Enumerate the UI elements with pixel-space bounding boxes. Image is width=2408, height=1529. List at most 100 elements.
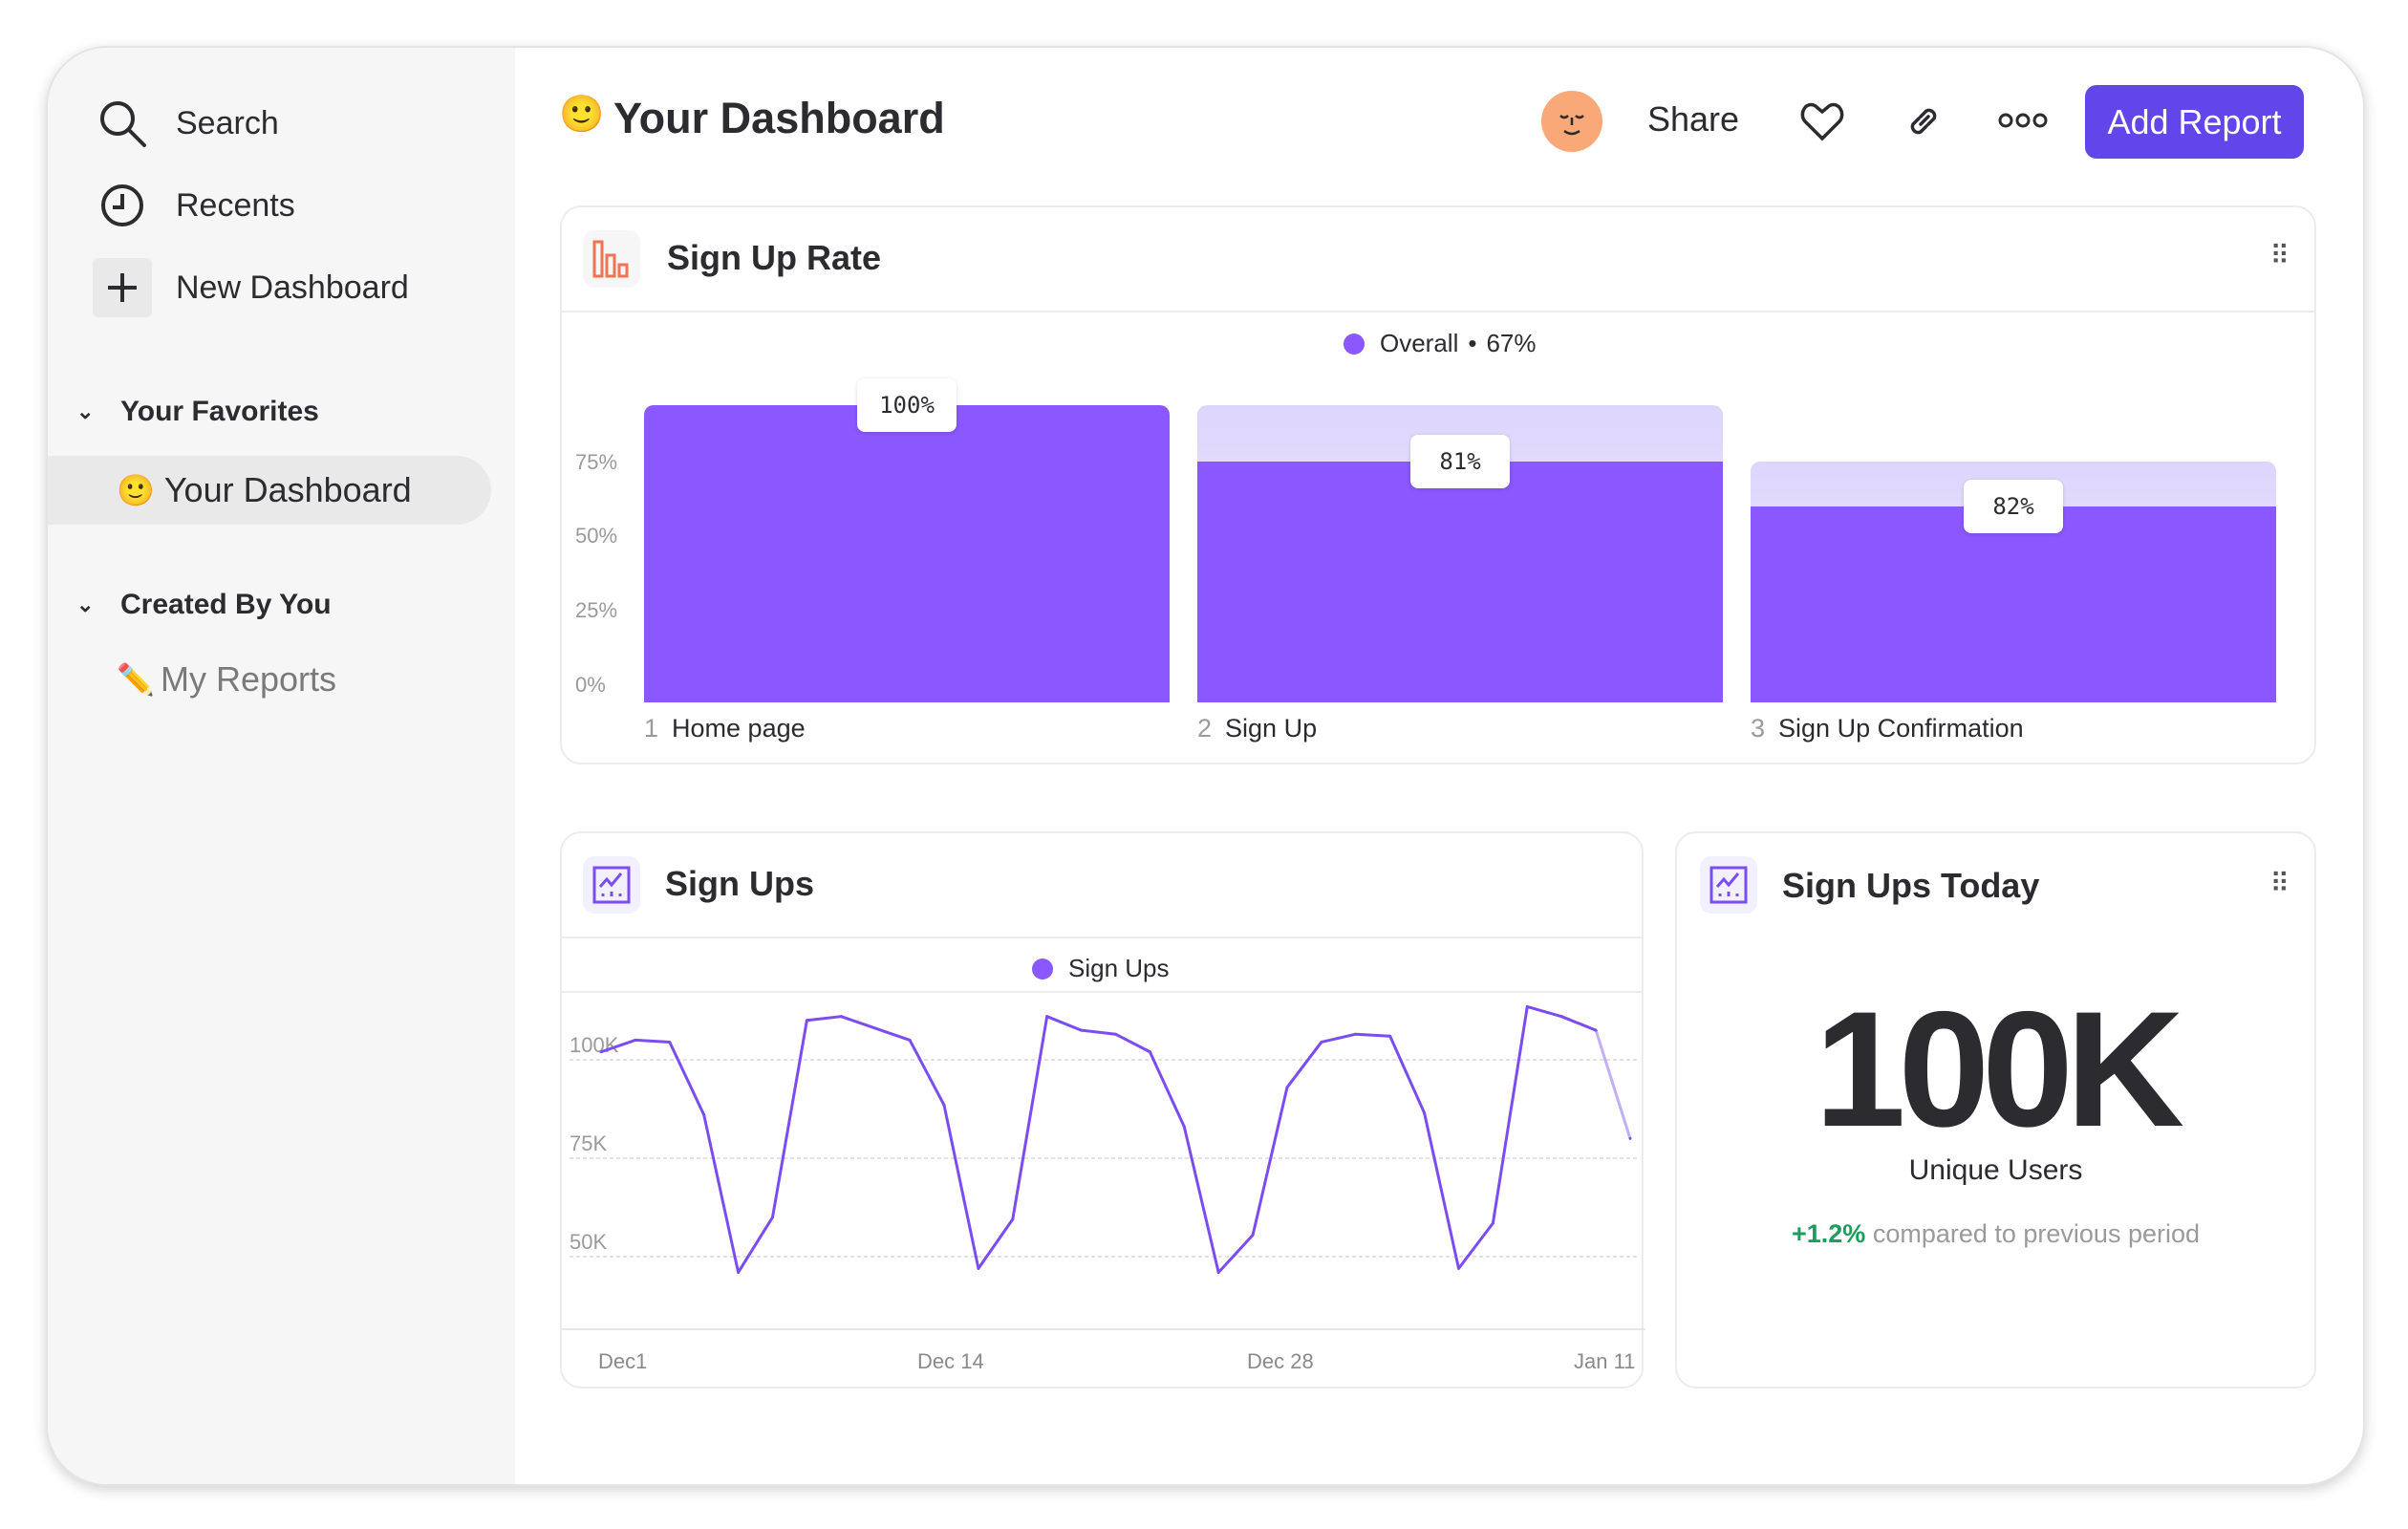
y-tick-label: 75%: [575, 450, 618, 474]
data-point[interactable]: [1525, 1004, 1529, 1008]
step-number: 3: [1751, 714, 1766, 743]
pencil-icon: ✏️: [117, 662, 155, 697]
more-options-icon[interactable]: [1998, 110, 2048, 136]
section-created-by-you[interactable]: ⌄ Created By You: [76, 589, 332, 621]
data-point[interactable]: [1285, 1086, 1289, 1089]
data-point[interactable]: [1148, 1050, 1151, 1054]
data-point[interactable]: [1251, 1233, 1255, 1237]
card-title: Sign Up Rate: [667, 238, 882, 277]
data-point[interactable]: [599, 1050, 603, 1054]
legend-dot: [1344, 333, 1365, 355]
step-label: 2 Sign Up: [1197, 714, 1317, 743]
data-point[interactable]: [1114, 1032, 1117, 1036]
data-point[interactable]: [1423, 1111, 1427, 1115]
plus-icon: [93, 258, 152, 317]
section-label: Created By You: [120, 589, 332, 620]
chevron-down-icon: ⌄: [76, 592, 95, 616]
sign-ups-today-card: Sign Ups Today ⠿ 100K Unique Users +1.2%…: [1675, 831, 2316, 1389]
title-emoji: 🙂: [559, 95, 605, 135]
drag-handle-icon[interactable]: ⠿: [2269, 240, 2289, 271]
y-tick-label: 0%: [575, 673, 606, 697]
sidebar-item-recents[interactable]: Recents: [48, 172, 497, 239]
section-label: Your Favorites: [120, 396, 319, 427]
step-number: 1: [644, 714, 659, 743]
y-tick-label: 25%: [575, 598, 618, 622]
sign-ups-line-chart: 100K 75K 50K Dec1 Dec 14 Dec 28 Jan 11: [562, 1004, 1645, 1373]
sidebar-item-label: Search: [176, 104, 279, 141]
sidebar-item-your-dashboard[interactable]: 🙂 Your Dashboard: [48, 456, 491, 525]
change-description: compared to previous period: [1872, 1219, 2201, 1248]
step-name: Sign Up Confirmation: [1778, 714, 2024, 743]
chevron-down-icon: ⌄: [76, 399, 95, 423]
clock-icon: [96, 179, 149, 232]
heart-icon[interactable]: [1800, 100, 1844, 147]
drag-handle-icon[interactable]: ⠿: [2269, 868, 2289, 899]
chart-legend: Overall • 67%: [1344, 329, 1537, 358]
data-point[interactable]: [737, 1270, 741, 1274]
data-point[interactable]: [1559, 1015, 1563, 1019]
link-icon[interactable]: [1905, 103, 1942, 144]
data-point[interactable]: [805, 1019, 808, 1023]
data-point[interactable]: [1320, 1040, 1323, 1044]
funnel-bar[interactable]: [644, 405, 1170, 702]
data-point[interactable]: [1080, 1028, 1084, 1032]
sidebar-item-search[interactable]: Search: [48, 90, 497, 157]
data-point[interactable]: [702, 1113, 706, 1117]
data-point[interactable]: [1182, 1125, 1186, 1129]
data-point[interactable]: [839, 1015, 843, 1019]
x-tick-label: Dec 28: [1247, 1349, 1314, 1373]
step-label: 1 Home page: [644, 714, 806, 743]
card-title: Sign Ups Today: [1782, 866, 2040, 905]
data-point[interactable]: [1011, 1217, 1015, 1221]
data-point[interactable]: [942, 1103, 946, 1107]
search-icon: [96, 97, 149, 150]
metric-change: +1.2% compared to previous period: [1677, 1219, 2314, 1249]
funnel-chart-icon: [583, 230, 640, 288]
page-title: Your Dashboard: [613, 94, 945, 142]
legend-separator: •: [1468, 329, 1477, 357]
sidebar-item-new-dashboard[interactable]: New Dashboard: [48, 254, 497, 321]
data-point[interactable]: [771, 1216, 774, 1219]
data-point[interactable]: [1354, 1032, 1358, 1036]
funnel-bar[interactable]: [1197, 462, 1723, 702]
data-point[interactable]: [668, 1040, 672, 1044]
bar-value-label: 82%: [1964, 479, 2063, 533]
data-point[interactable]: [634, 1038, 637, 1042]
data-point[interactable]: [1491, 1221, 1494, 1225]
sidebar-item-label: My Reports: [161, 659, 337, 699]
step-name: Sign Up: [1225, 714, 1318, 743]
sidebar-item-label: Recents: [176, 186, 295, 224]
data-point[interactable]: [977, 1266, 980, 1270]
y-tick-label: 100K: [570, 1033, 619, 1057]
divider: [562, 311, 2314, 312]
metric-value: 100K: [1814, 978, 2184, 1161]
sidebar-item-label: New Dashboard: [176, 269, 409, 306]
funnel-bar[interactable]: [1751, 506, 2276, 702]
y-tick-label: 75K: [570, 1131, 607, 1155]
sign-ups-series-line: [600, 1004, 1597, 1274]
data-point[interactable]: [1457, 1266, 1460, 1270]
metric-label: Unique Users: [1908, 1154, 2083, 1186]
data-point[interactable]: [1388, 1034, 1392, 1038]
sidebar-item-label: Your Dashboard: [163, 470, 412, 509]
data-point[interactable]: [1216, 1270, 1220, 1274]
step-label: 3 Sign Up Confirmation: [1751, 714, 2024, 743]
sign-ups-partial-segment: [1594, 1029, 1632, 1139]
data-point[interactable]: [908, 1038, 912, 1042]
data-point[interactable]: [873, 1026, 877, 1030]
data-point[interactable]: [1045, 1015, 1049, 1019]
bar-value-label: 81%: [1410, 435, 1510, 489]
data-point[interactable]: [1628, 1136, 1632, 1140]
section-your-favorites[interactable]: ⌄ Your Favorites: [76, 396, 319, 428]
avatar[interactable]: [1541, 91, 1602, 152]
step-number: 2: [1197, 714, 1213, 743]
x-tick-label: Dec 14: [917, 1349, 984, 1373]
y-tick-label: 50K: [570, 1230, 607, 1254]
sidebar-item-my-reports[interactable]: ✏️ My Reports: [48, 646, 497, 713]
share-button[interactable]: Share: [1647, 99, 1739, 140]
change-percent: +1.2%: [1791, 1219, 1866, 1248]
data-point[interactable]: [1594, 1028, 1598, 1032]
add-report-button[interactable]: Add Report: [2085, 85, 2304, 159]
y-tick-label: 50%: [575, 524, 618, 548]
sidebar: Search Recents New Dashboard ⌄ Your Favo…: [48, 48, 515, 1484]
